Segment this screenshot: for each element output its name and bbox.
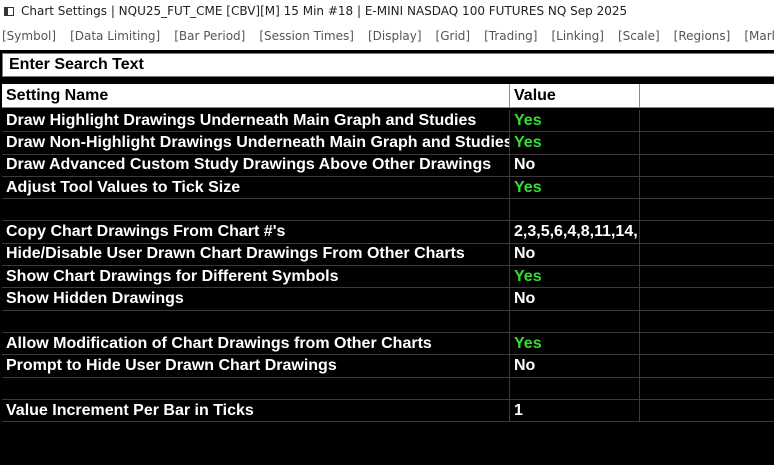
title-bar: Chart Settings | NQU25_FUT_CME [CBV][M] … xyxy=(0,0,774,22)
setting-name: Value Increment Per Bar in Ticks xyxy=(2,399,510,422)
tab-regions[interactable]: [Regions] xyxy=(674,29,731,43)
setting-row[interactable]: Show Chart Drawings for Different Symbol… xyxy=(2,266,774,289)
tab-scale[interactable]: [Scale] xyxy=(618,29,660,43)
setting-name: Show Hidden Drawings xyxy=(2,288,510,310)
setting-name: Hide/Disable User Drawn Chart Drawings F… xyxy=(2,243,510,266)
setting-value[interactable]: Yes xyxy=(510,332,640,355)
setting-row[interactable]: Draw Advanced Custom Study Drawings Abov… xyxy=(2,154,774,177)
setting-name: Prompt to Hide User Drawn Chart Drawings xyxy=(2,355,510,377)
row-spacer xyxy=(640,244,774,265)
tab-grid[interactable]: [Grid] xyxy=(436,29,471,43)
window-title: Chart Settings | NQU25_FUT_CME [CBV][M] … xyxy=(21,4,628,18)
tab-linking[interactable]: [Linking] xyxy=(551,29,604,43)
blank-row xyxy=(2,199,774,222)
column-header-value[interactable]: Value xyxy=(510,84,640,107)
row-spacer xyxy=(640,177,774,198)
setting-value[interactable]: Yes xyxy=(510,110,640,132)
row-spacer xyxy=(640,311,774,332)
setting-name: Copy Chart Drawings From Chart #'s xyxy=(2,221,510,243)
setting-name: Adjust Tool Values to Tick Size xyxy=(2,176,510,199)
blank-row xyxy=(2,310,774,333)
tab-display[interactable]: [Display] xyxy=(368,29,422,43)
setting-value[interactable]: Yes xyxy=(510,266,640,288)
tab-trading[interactable]: [Trading] xyxy=(484,29,537,43)
column-header-spacer xyxy=(640,84,774,107)
settings-grid-header: Setting Name Value xyxy=(2,84,774,108)
setting-row[interactable]: Show Hidden Drawings No xyxy=(2,288,774,311)
blank-row xyxy=(2,377,774,400)
setting-value[interactable]: Yes xyxy=(510,132,640,154)
setting-value[interactable]: 2,3,5,6,4,8,11,14, xyxy=(510,221,640,243)
setting-name: Draw Highlight Drawings Underneath Main … xyxy=(2,110,510,132)
setting-value[interactable]: Yes xyxy=(510,176,640,199)
setting-value xyxy=(510,377,640,399)
setting-name xyxy=(2,377,510,399)
search-input[interactable] xyxy=(2,53,774,77)
row-spacer xyxy=(640,333,774,354)
row-spacer xyxy=(640,110,774,131)
setting-row[interactable]: Allow Modification of Chart Drawings fro… xyxy=(2,332,774,356)
tab-market-depth[interactable]: [Market Depth] xyxy=(744,29,774,43)
row-spacer xyxy=(640,378,774,399)
setting-name: Draw Advanced Custom Study Drawings Abov… xyxy=(2,154,510,176)
column-header-setting-name[interactable]: Setting Name xyxy=(2,84,510,107)
row-spacer xyxy=(640,288,774,309)
tab-data-limiting[interactable]: [Data Limiting] xyxy=(70,29,160,43)
setting-value[interactable]: No xyxy=(510,355,640,377)
app-window-icon xyxy=(4,6,14,16)
setting-name: Draw Non-Highlight Drawings Underneath M… xyxy=(2,132,510,154)
setting-row[interactable]: Hide/Disable User Drawn Chart Drawings F… xyxy=(2,243,774,267)
tab-bar-period[interactable]: [Bar Period] xyxy=(174,29,245,43)
setting-row[interactable]: Draw Highlight Drawings Underneath Main … xyxy=(2,110,774,133)
setting-row[interactable]: Draw Non-Highlight Drawings Underneath M… xyxy=(2,132,774,155)
row-spacer xyxy=(640,355,774,376)
tab-symbol[interactable]: [Symbol] xyxy=(2,29,56,43)
row-spacer xyxy=(640,221,774,242)
row-spacer xyxy=(640,400,774,421)
setting-value xyxy=(510,199,640,221)
setting-row[interactable]: Adjust Tool Values to Tick Size Yes xyxy=(2,176,774,200)
settings-tab-bar: [Symbol] [Data Limiting] [Bar Period] [S… xyxy=(0,22,774,50)
row-spacer xyxy=(640,266,774,287)
setting-row[interactable]: Prompt to Hide User Drawn Chart Drawings… xyxy=(2,355,774,378)
setting-value[interactable]: 1 xyxy=(510,399,640,422)
setting-value[interactable]: No xyxy=(510,154,640,176)
setting-row[interactable]: Value Increment Per Bar in Ticks 1 xyxy=(2,399,774,423)
setting-name: Allow Modification of Chart Drawings fro… xyxy=(2,332,510,355)
tab-session-times[interactable]: [Session Times] xyxy=(259,29,354,43)
row-spacer xyxy=(640,132,774,153)
setting-value[interactable]: No xyxy=(510,288,640,310)
setting-name xyxy=(2,310,510,332)
settings-grid: Draw Highlight Drawings Underneath Main … xyxy=(2,110,774,423)
setting-name xyxy=(2,199,510,221)
row-spacer xyxy=(640,199,774,220)
setting-name: Show Chart Drawings for Different Symbol… xyxy=(2,266,510,288)
setting-row[interactable]: Copy Chart Drawings From Chart #'s 2,3,5,… xyxy=(2,221,774,244)
setting-value[interactable]: No xyxy=(510,243,640,266)
row-spacer xyxy=(640,155,774,176)
setting-value xyxy=(510,310,640,332)
